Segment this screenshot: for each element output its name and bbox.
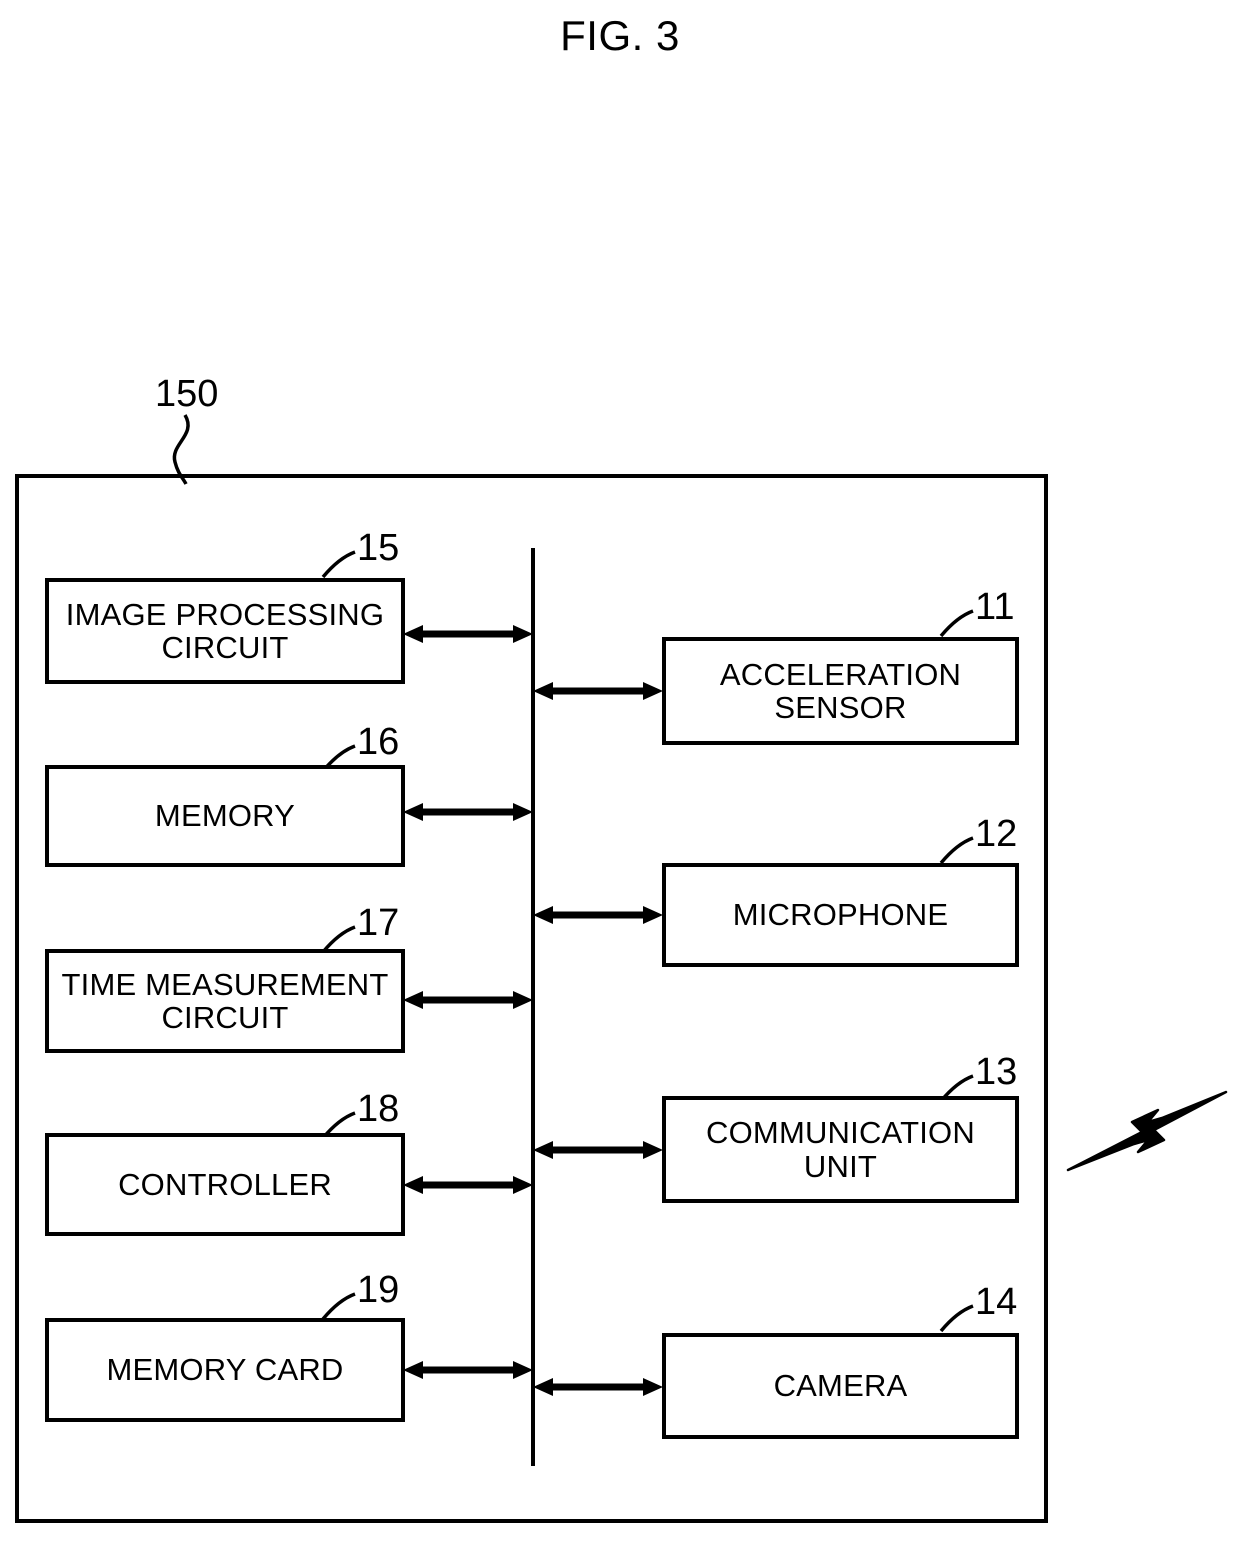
block-label: CONTROLLER (118, 1166, 332, 1202)
ref-number-17: 17 (357, 902, 400, 944)
figure-title: FIG. 3 (560, 12, 680, 59)
arrow-memory-to-bus (403, 803, 533, 821)
block-microphone[interactable]: MICROPHONE (662, 863, 1019, 967)
arrow-time-measurement-circuit-to-bus (403, 991, 533, 1009)
block-camera[interactable]: CAMERA (662, 1333, 1019, 1439)
arrow-bus-to-camera (533, 1378, 663, 1396)
block-label: MEMORY (154, 798, 296, 834)
block-image-processing-circuit[interactable]: IMAGE PROCESSING CIRCUIT (45, 578, 405, 684)
ref-number-14: 14 (975, 1281, 1018, 1323)
ref-number-15: 15 (357, 527, 400, 569)
block-label: IMAGE PROCESSING CIRCUIT (65, 596, 385, 665)
ref-number-150: 150 (155, 373, 219, 415)
block-controller[interactable]: CONTROLLER (45, 1133, 405, 1236)
arrow-bus-to-acceleration-sensor (533, 682, 663, 700)
ref-number-16: 16 (357, 721, 400, 763)
block-label: COMMUNICATION UNIT (706, 1115, 975, 1184)
block-communication-unit[interactable]: COMMUNICATION UNIT (662, 1096, 1019, 1203)
block-label: MEMORY CARD (106, 1352, 344, 1388)
arrow-memory-card-to-bus (403, 1361, 533, 1379)
lightning-bolt-icon (1066, 1090, 1228, 1172)
block-time-measurement-circuit[interactable]: TIME MEASUREMENT CIRCUIT (45, 949, 405, 1053)
ref-number-19: 19 (357, 1269, 400, 1311)
arrow-controller-to-bus (403, 1176, 533, 1194)
block-memory[interactable]: MEMORY (45, 765, 405, 867)
block-acceleration-sensor[interactable]: ACCELERATION SENSOR (662, 637, 1019, 745)
ref-number-13: 13 (975, 1051, 1018, 1093)
arrow-bus-to-microphone (533, 906, 663, 924)
ref-number-18: 18 (357, 1088, 400, 1130)
block-label: MICROPHONE (732, 897, 949, 933)
block-memory-card[interactable]: MEMORY CARD (45, 1318, 405, 1422)
ref-number-12: 12 (975, 813, 1018, 855)
arrow-image-processing-circuit-to-bus (403, 625, 533, 643)
block-label: TIME MEASUREMENT CIRCUIT (61, 966, 389, 1035)
block-label: CAMERA (773, 1368, 908, 1404)
arrow-bus-to-communication-unit (533, 1141, 663, 1159)
block-label: ACCELERATION SENSOR (719, 656, 962, 725)
ref-number-11: 11 (975, 586, 1015, 628)
